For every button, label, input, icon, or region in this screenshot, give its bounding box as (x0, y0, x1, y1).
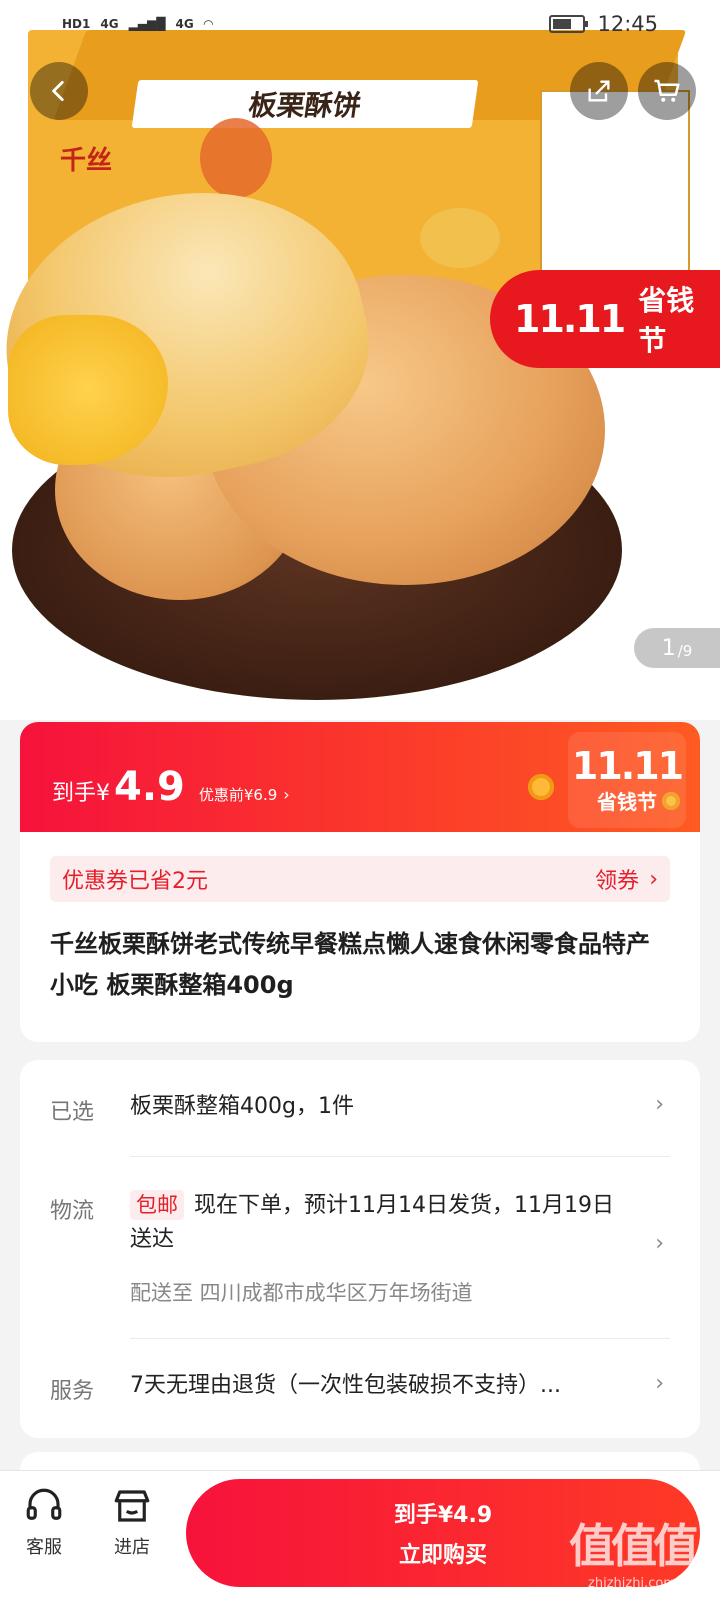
share-icon (588, 80, 610, 102)
service-row[interactable]: 服务 7天无理由退货（一次性包装破损不支持）... › (50, 1339, 670, 1438)
signal-icon: ▂▄▆█ (128, 17, 166, 31)
logistics-text: 包邮 现在下单，预计11月14日发货，11月19日送达 (130, 1189, 630, 1257)
status-icons-left: HD1 4G ▂▄▆█ 4G ◠ (62, 17, 213, 31)
coupon-text: 优惠券已省2元 (62, 869, 208, 894)
pager-total: /9 (677, 642, 693, 660)
pager-current: 1 (661, 635, 676, 661)
service-value: 7天无理由退货（一次性包装破损不支持）... (130, 1373, 561, 1398)
status-icons-right: 12:45 (549, 12, 658, 36)
site-watermark: 值值值 zhizhizhi.com (562, 1510, 702, 1591)
product-title: 千丝板栗酥饼老式传统早餐糕点懒人速食休闲零食品特产小吃 板栗酥整箱400g (50, 930, 650, 999)
product-info-card: 优惠券已省2元 领券 › 千丝板栗酥饼老式传统早餐糕点懒人速食休闲零食品特产小吃… (20, 832, 700, 1042)
service-label: 服务 (50, 1379, 95, 1404)
coin-decoration (528, 774, 554, 800)
enter-store-label: 进店 (114, 1537, 150, 1558)
image-pager: 1/9 (634, 628, 720, 668)
status-time: 12:45 (597, 12, 658, 36)
watermark-main: 值值值 (569, 1519, 699, 1573)
logistics-estimate: 现在下单，预计11月14日发货，11月19日送达 (130, 1193, 614, 1252)
price-row: 到手¥ 4.9 优惠前¥6.9 › (52, 764, 290, 810)
lantern-illustration (200, 118, 272, 198)
product-image-carousel[interactable]: HD1 4G ▂▄▆█ 4G ◠ 12:45 板栗酥饼 千丝 11.11 省钱节… (0, 0, 720, 720)
store-icon (114, 1490, 150, 1522)
badge-line2: 省钱节 (597, 789, 657, 814)
selected-spec-row[interactable]: 已选 板栗酥整箱400g，1件 › (50, 1060, 670, 1156)
original-price-link[interactable]: 优惠前¥6.9 (199, 784, 277, 805)
buy-price-label: 到手¥4.9 (393, 1503, 493, 1528)
back-icon (52, 80, 64, 102)
coupon-bar[interactable]: 优惠券已省2元 领券 › (50, 856, 670, 902)
back-button[interactable] (30, 62, 88, 120)
get-coupon-button[interactable]: 领券 › (595, 863, 658, 895)
status-bar: HD1 4G ▂▄▆█ 4G ◠ 12:45 (0, 0, 720, 48)
box-brand-text: 千丝 (60, 146, 113, 176)
price-prefix: 到手¥ (52, 781, 110, 806)
logistics-row[interactable]: 物流 包邮 现在下单，预计11月14日发货，11月19日送达 › 配送至 四川成都… (50, 1157, 670, 1337)
badge-line1: 11.11 (571, 743, 684, 788)
purchase-details-card: 已选 板栗酥整箱400g，1件 › 物流 包邮 现在下单，预计11月14日发货，1… (20, 1060, 700, 1438)
selected-label: 已选 (50, 1100, 95, 1125)
price-value: 4.9 (114, 764, 185, 810)
promo-tag-small: 省钱节 (638, 284, 695, 357)
chevron-right-icon: › (655, 1092, 664, 1117)
chevron-right-icon: › (649, 866, 658, 892)
watermark-sub: zhizhizhi.com (588, 1576, 676, 1591)
free-shipping-tag: 包邮 (130, 1190, 184, 1220)
chevron-right-icon: › (283, 785, 290, 804)
cart-icon (654, 79, 680, 102)
customer-service-label: 客服 (26, 1537, 62, 1558)
signal-label-1: 4G (100, 17, 119, 31)
buy-now-label: 立即购买 (398, 1543, 487, 1568)
selected-value: 板栗酥整箱400g，1件 (130, 1094, 354, 1119)
chevron-right-icon: › (655, 1371, 664, 1396)
double-eleven-badge: 11.11 省钱节 (568, 732, 686, 828)
cart-button[interactable] (638, 62, 696, 120)
logistics-label: 物流 (50, 1199, 95, 1224)
delivery-address: 配送至 四川成都市成华区万年场街道 (130, 1281, 473, 1305)
get-coupon-label: 领券 (595, 869, 640, 894)
wifi-icon: ◠ (203, 17, 213, 31)
signal-label-2: 4G (175, 17, 194, 31)
box-label-text: 板栗酥饼 (131, 80, 479, 128)
hd-label-1: HD1 (62, 17, 91, 31)
enter-store-button[interactable]: 进店 (92, 1485, 172, 1559)
price-banner: 到手¥ 4.9 优惠前¥6.9 › 11.11 省钱节 (20, 722, 700, 832)
promo-tag: 11.11 省钱节 (490, 270, 720, 368)
promo-tag-big: 11.11 (514, 297, 626, 341)
box-cake-illustration (420, 208, 500, 268)
chevron-right-icon: › (655, 1231, 664, 1256)
share-button[interactable] (570, 62, 628, 120)
headset-icon (26, 1488, 62, 1520)
customer-service-button[interactable]: 客服 (4, 1485, 84, 1559)
battery-icon (549, 15, 589, 33)
